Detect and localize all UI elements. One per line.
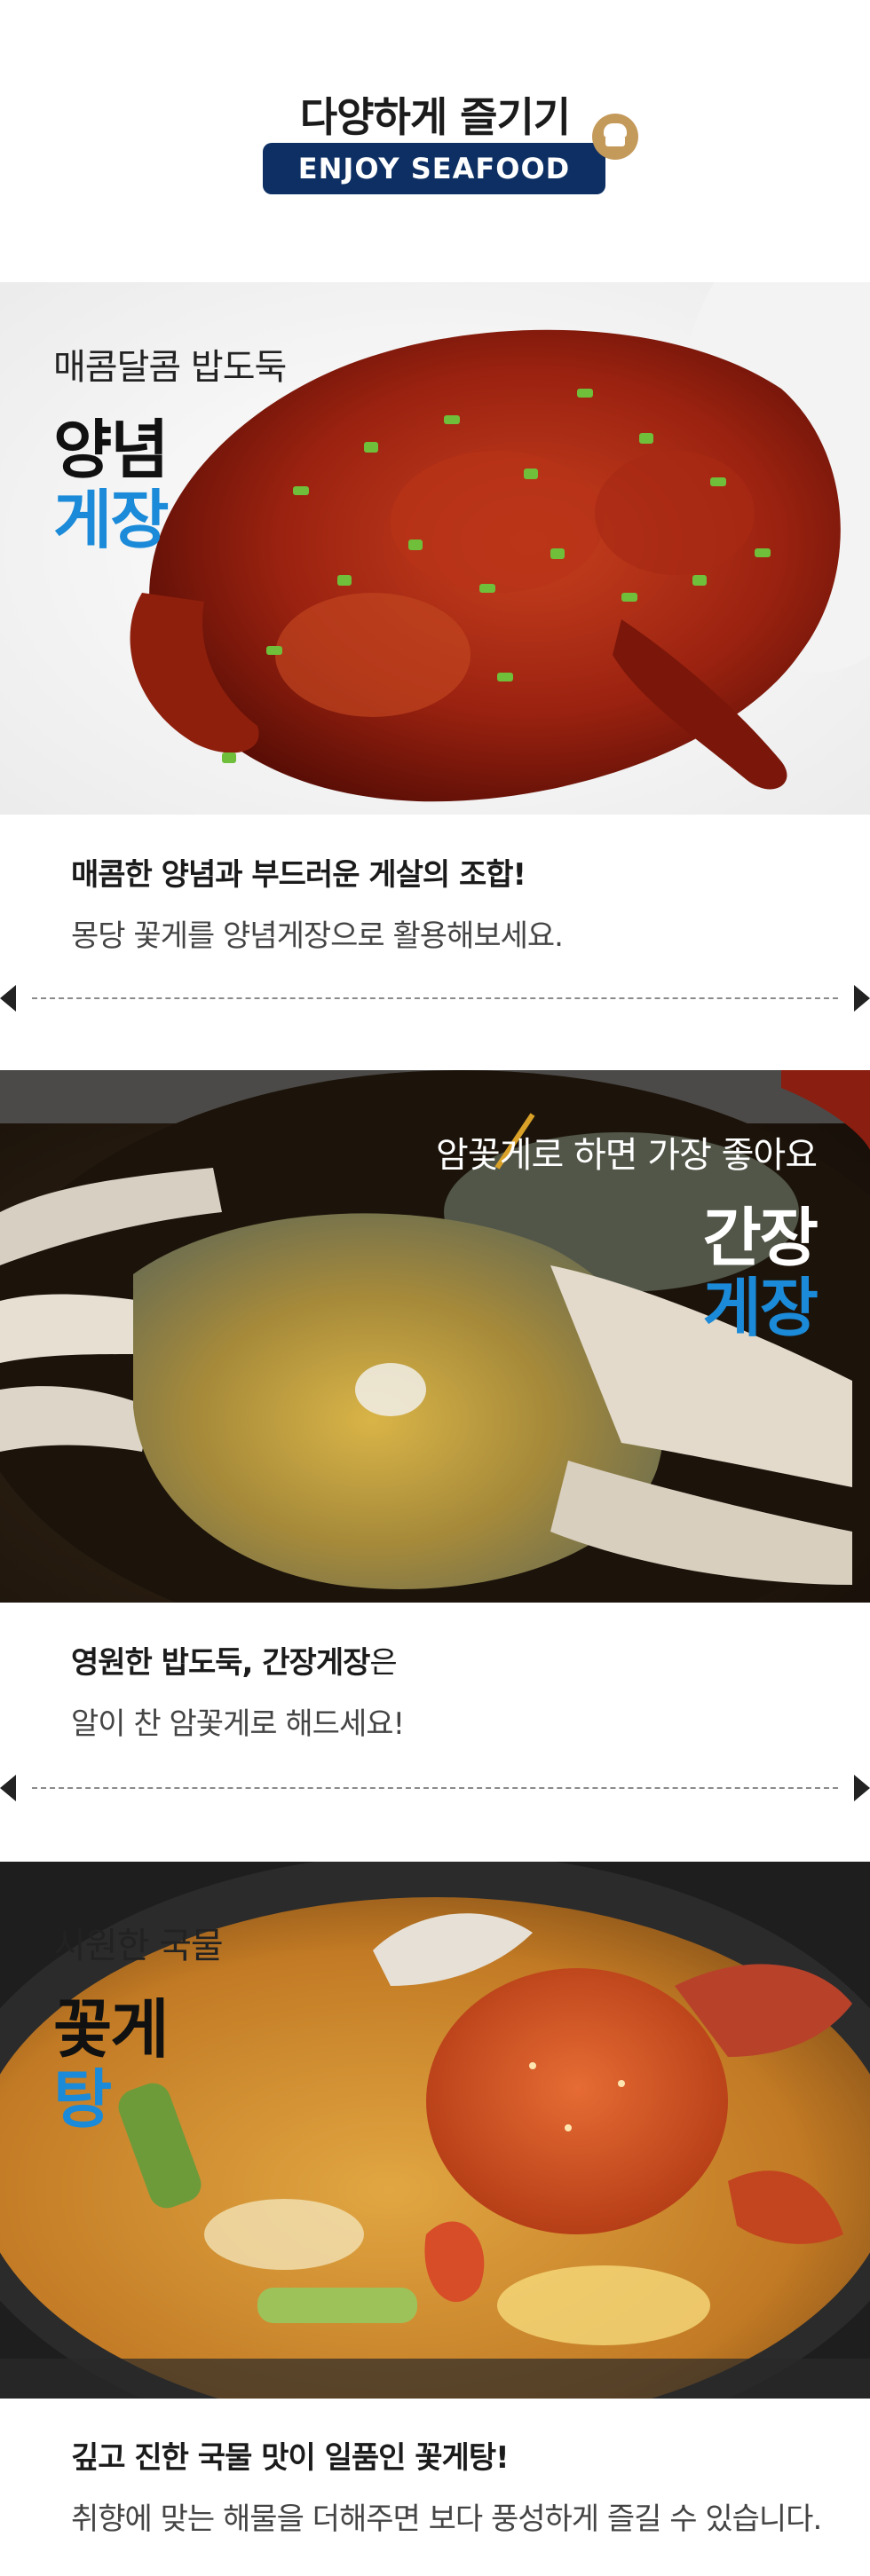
section-caption: 매콤한 양념과 부드러운 게살의 조합! 몽당 꽃게를 양념게장으로 활용해보세… <box>71 850 564 955</box>
section-divider <box>0 985 870 1012</box>
crab-stew-photo: 시원한 국물 꽃게 탕 <box>0 1862 870 2399</box>
soy-sauce-crab-photo: 암꽃게로 하면 가장 좋아요 간장 게장 <box>0 1070 870 1603</box>
dish-name-line1: 간장 <box>702 1201 819 1275</box>
dish-subtitle: 매콤달콤 밥도둑 <box>53 347 287 388</box>
chef-hat-icon <box>592 114 638 160</box>
dish-subtitle: 암꽃게로 하면 가장 좋아요 <box>436 1135 818 1176</box>
section-caption: 깊고 진한 국물 맛이 일품인 꽃게탕! 취향에 맞는 해물을 더해주면 보다 … <box>71 2433 822 2538</box>
caption-text: 몽당 꽃게를 양념게장으로 활용해보세요. <box>71 918 564 954</box>
dish-name-line2: 탕 <box>53 2062 112 2138</box>
seasoned-crab-photo: 매콤달콤 밥도둑 양념 게장 <box>0 282 870 815</box>
caption-text: 취향에 맞는 해물을 더해주면 보다 풍성하게 즐길 수 있습니다. <box>71 2501 822 2537</box>
section-divider <box>0 1775 870 1801</box>
dish-subtitle: 시원한 국물 <box>53 1926 224 1966</box>
caption-headline: 영원한 밥도둑, 간장게장은 <box>71 1645 398 1681</box>
dish-name-line1: 양념 <box>53 413 169 487</box>
dish-name-line2: 게장 <box>702 1271 819 1346</box>
caption-headline: 깊고 진한 국물 맛이 일품인 꽃게탕! <box>71 2440 510 2476</box>
dish-name-line1: 꽃게 <box>53 1992 169 2067</box>
caption-headline: 매콤한 양념과 부드러운 게살의 조합! <box>71 857 526 893</box>
page-title: 다양하게 즐기기 <box>299 93 571 141</box>
caption-text: 알이 찬 암꽃게로 해드세요! <box>71 1706 405 1742</box>
page-header: 다양하게 즐기기 ENJOY SEAFOOD <box>0 0 870 282</box>
dish-name: 간장 게장 <box>702 1201 819 1346</box>
section-caption: 영원한 밥도둑, 간장게장은 알이 찬 암꽃게로 해드세요! <box>71 1638 405 1743</box>
enjoy-seafood-badge: ENJOY SEAFOOD <box>263 143 605 194</box>
dish-name-line2: 게장 <box>53 483 169 558</box>
dish-name: 양념 게장 <box>53 413 169 558</box>
dish-name: 꽃게 탕 <box>53 1992 169 2138</box>
